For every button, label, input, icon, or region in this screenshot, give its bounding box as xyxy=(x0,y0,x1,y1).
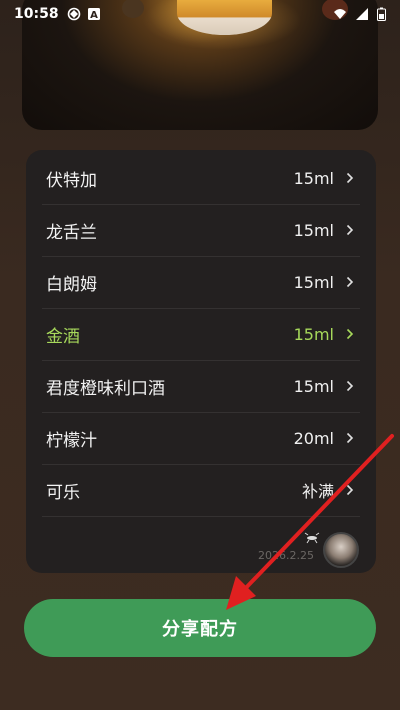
signal-icon xyxy=(356,8,368,20)
ingredient-amount: 15ml xyxy=(293,324,334,344)
chevron-right-icon xyxy=(346,328,354,340)
ingredient-name: 龙舌兰 xyxy=(46,222,97,243)
ingredient-name: 柠檬汁 xyxy=(46,430,97,451)
chevron-right-icon xyxy=(346,432,354,444)
ingredient-row[interactable]: 龙舌兰 15ml xyxy=(26,204,376,256)
ingredient-row[interactable]: 白朗姆 15ml xyxy=(26,256,376,308)
user-avatar[interactable] xyxy=(323,532,359,568)
ingredient-amount: 15ml xyxy=(293,376,334,396)
chevron-right-icon xyxy=(346,484,354,496)
text-a-icon: A xyxy=(87,8,100,21)
status-time: 10:58 xyxy=(14,6,59,22)
wifi-icon xyxy=(334,9,346,19)
sync-icon xyxy=(67,7,80,21)
chevron-right-icon xyxy=(346,172,354,184)
ingredient-row-highlighted[interactable]: 金酒 15ml xyxy=(26,308,376,360)
status-bar: 10:58 A xyxy=(0,0,400,28)
recipe-date: 2026.2.25 xyxy=(258,549,314,562)
ingredient-amount: 补满 xyxy=(301,482,334,501)
chevron-right-icon xyxy=(346,276,354,288)
ingredient-name: 伏特加 xyxy=(46,170,97,191)
ingredient-row[interactable]: 君度橙味利口酒 15ml xyxy=(26,360,376,412)
share-recipe-label: 分享配方 xyxy=(162,619,238,640)
ingredient-amount: 20ml xyxy=(293,428,334,448)
chevron-right-icon xyxy=(346,380,354,392)
ingredient-list: 伏特加 15ml 龙舌兰 15ml 白朗姆 15ml 金酒 15ml 君度橙味利… xyxy=(26,150,376,573)
ingredient-name: 白朗姆 xyxy=(46,274,97,295)
ingredient-row[interactable]: 柠檬汁 20ml xyxy=(26,412,376,464)
ingredient-name: 金酒 xyxy=(46,326,80,347)
share-recipe-button[interactable]: 分享配方 xyxy=(24,599,376,657)
ingredient-amount: 15ml xyxy=(293,220,334,240)
ingredient-row[interactable]: 可乐 补满 xyxy=(26,464,376,516)
ingredient-amount: 15ml xyxy=(293,272,334,292)
svg-text:A: A xyxy=(90,10,98,21)
battery-icon xyxy=(377,7,386,21)
ingredient-amount: 15ml xyxy=(293,168,334,188)
mosquito-icon xyxy=(304,532,320,544)
ingredient-row[interactable]: 伏特加 15ml xyxy=(26,152,376,204)
ingredient-name: 君度橙味利口酒 xyxy=(46,378,165,399)
ingredient-name: 可乐 xyxy=(46,482,80,503)
chevron-right-icon xyxy=(346,224,354,236)
